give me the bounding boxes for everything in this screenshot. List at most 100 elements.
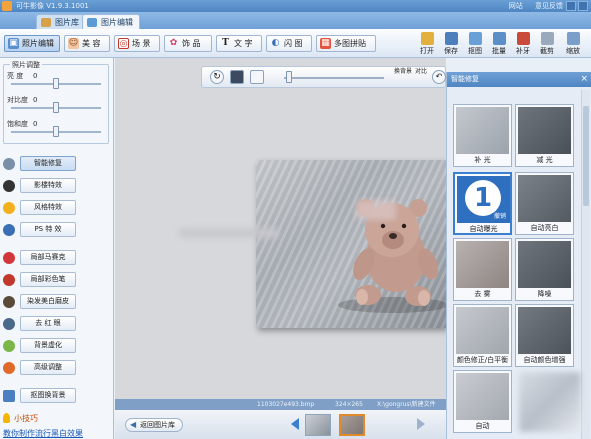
undo-badge[interactable]: 撤销 — [491, 213, 508, 221]
preset-card-selected[interactable]: 1 撤销 自动曝光 — [453, 172, 512, 235]
zoom-slider[interactable] — [286, 71, 292, 83]
fix-teeth-button[interactable]: 补牙 — [512, 31, 534, 57]
smart-repair-panel: 智能修复 × 补 光 减 光 1 撤销 自动曝光 自动亮白 去 雾 降噪 颜色修… — [446, 72, 591, 439]
preset-card[interactable]: 自动亮白 — [515, 172, 574, 235]
image-info-bar: 1103027e493.bmp 324×265 X:\gongrus\新建文件 — [115, 399, 446, 410]
hair-skin-button[interactable]: 染发美白磨皮 — [20, 294, 76, 309]
preset-label: 减 光 — [536, 156, 553, 164]
contrast-slider-row: 对比度 0 — [7, 95, 107, 113]
watermark-blur — [179, 228, 279, 238]
photo-edit-button[interactable]: ▣ 照片编辑 — [4, 35, 60, 52]
back-to-library-button[interactable]: ◀ 返回图片库 — [125, 418, 183, 432]
red-eye-button[interactable]: 去 红 眼 — [20, 316, 76, 331]
tool-label: 保存 — [444, 47, 458, 55]
tips-title: 小技巧 — [14, 414, 38, 423]
smart-repair-icon — [3, 158, 15, 170]
picture-icon — [87, 18, 97, 27]
preset-card[interactable]: 自动 — [453, 370, 512, 433]
flash-button[interactable]: ◐ 闪 图 — [266, 35, 312, 52]
preset-card[interactable]: 自动颜色增强 — [515, 304, 574, 367]
canvas-toolstrip: ↻ 换背景 对比 ↶ — [201, 66, 446, 88]
tab-label: 图片库 — [55, 18, 79, 27]
preset-thumbnail — [518, 175, 571, 222]
eye-icon — [3, 318, 15, 330]
app-window: 可牛影像 V1.9.3.1001 网站 意见反馈 图片库 图片编辑 ▣ 照片编辑… — [0, 0, 591, 439]
resize-button[interactable]: 缩放 — [562, 31, 584, 57]
beauty-button[interactable]: ☺ 美 容 — [64, 35, 110, 52]
preset-card[interactable]: 补 光 — [453, 104, 512, 167]
feedback-link[interactable]: 意见反馈 — [535, 2, 563, 10]
preset-card[interactable]: 降噪 — [515, 238, 574, 301]
change-bg-button[interactable]: 换背景 — [394, 68, 412, 87]
folder-icon — [41, 18, 51, 27]
zoom-track[interactable] — [284, 77, 384, 79]
studio-effects-button[interactable]: 影楼特效 — [20, 178, 76, 193]
bg-blur-button[interactable]: 背景虚化 — [20, 338, 76, 353]
scene-icon: ◎ — [118, 38, 129, 49]
button-label: 美 容 — [82, 39, 101, 48]
advanced-adjust-button[interactable]: 高级调整 — [20, 360, 76, 375]
tab-library[interactable]: 图片库 — [36, 14, 86, 29]
slider-value: 0 — [33, 72, 38, 80]
image-dimensions: 324×265 — [335, 401, 363, 408]
panel-header: 智能修复 × — [447, 72, 591, 87]
open-button[interactable]: 打开 — [416, 31, 438, 57]
tool-label: 打开 — [420, 47, 434, 55]
scene-button[interactable]: ◎ 场 景 — [114, 35, 160, 52]
minimize-icon[interactable] — [566, 1, 576, 11]
preset-card[interactable]: 颜色修正/白平衡 — [453, 304, 512, 367]
preset-label: 自动曝光 — [469, 225, 498, 233]
compare-button[interactable]: 对比 — [412, 68, 430, 87]
preset-thumbnail — [456, 307, 509, 354]
monitor-icon[interactable] — [230, 70, 244, 84]
close-window-icon[interactable] — [578, 1, 588, 11]
tool-label: 缩放 — [566, 47, 580, 55]
prev-arrow-icon[interactable] — [291, 418, 299, 430]
batch-icon — [492, 32, 506, 45]
website-link[interactable]: 网站 — [509, 2, 523, 10]
collage-button[interactable]: ▦ 多图拼贴 — [316, 35, 376, 52]
preset-thumbnail — [518, 241, 571, 288]
brightness-slider[interactable] — [53, 78, 59, 89]
cutout-button[interactable]: 抠图 — [464, 31, 486, 57]
filmstrip: ◀ 返回图片库 — [115, 410, 446, 439]
fit-screen-icon[interactable] — [250, 70, 264, 84]
film-thumbnail-selected[interactable] — [339, 414, 365, 436]
smart-repair-button[interactable]: 智能修复 — [20, 156, 76, 171]
color-pen-button[interactable]: 局部彩色笔 — [20, 272, 76, 287]
edited-photo[interactable] — [256, 160, 446, 328]
save-button[interactable]: 保存 — [440, 31, 462, 57]
mosaic-button[interactable]: 局部马赛克 — [20, 250, 76, 265]
next-arrow-icon[interactable] — [417, 418, 425, 430]
saturation-slider[interactable] — [53, 126, 59, 137]
preset-label: 自动 — [475, 422, 490, 430]
step-one-badge: 1 — [465, 180, 501, 216]
text-icon: T — [222, 38, 229, 48]
crop-button[interactable]: 截剪 — [536, 31, 558, 57]
app-logo-icon — [2, 1, 12, 11]
accessory-button[interactable]: ✿ 饰 品 — [164, 35, 212, 52]
ps-effects-button[interactable]: PS 特 效 — [20, 222, 76, 237]
cutout-bg-button[interactable]: 抠图换背景 — [20, 388, 76, 403]
brightness-slider-row: 亮 度 0 — [7, 71, 107, 89]
scrollbar-thumb[interactable] — [583, 106, 589, 206]
preset-card[interactable]: 去 雾 — [453, 238, 512, 301]
button-label: 饰 品 — [182, 39, 201, 48]
preset-card[interactable]: 减 光 — [515, 104, 574, 167]
tab-edit[interactable]: 图片编辑 — [82, 14, 140, 29]
preset-thumbnail: 1 撤销 — [457, 176, 510, 223]
button-label: 返回图片库 — [140, 421, 175, 429]
film-thumbnail[interactable] — [305, 414, 331, 436]
panel-scrollbar[interactable] — [581, 90, 590, 439]
batch-button[interactable]: 批量 — [488, 31, 510, 57]
title-bar: 可牛影像 V1.9.3.1001 网站 意见反馈 — [0, 0, 591, 12]
lightbulb-icon — [3, 413, 10, 423]
close-icon[interactable]: × — [580, 72, 588, 87]
style-effects-button[interactable]: 风格特效 — [20, 200, 76, 215]
slider-value: 0 — [33, 96, 38, 104]
tips-link[interactable]: 教你制作流行黑白效果 — [3, 428, 83, 439]
undo-icon[interactable]: ↶ — [432, 70, 446, 84]
contrast-slider[interactable] — [53, 102, 59, 113]
text-button[interactable]: T 文 字 — [216, 35, 262, 52]
rotate-icon[interactable]: ↻ — [210, 70, 224, 84]
